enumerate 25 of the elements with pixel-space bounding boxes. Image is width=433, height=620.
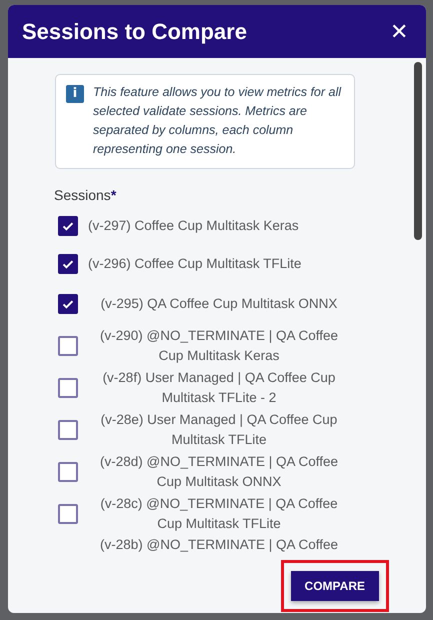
required-mark: * (110, 187, 116, 203)
checkbox-label: (v-28f) User Managed | QA Coffee Cup Multitask TFLite - 2 (102, 368, 336, 407)
checkbox[interactable] (58, 216, 78, 236)
checkbox[interactable] (58, 254, 78, 274)
close-button[interactable]: ✕ (386, 20, 412, 42)
checkbox-label: (v-296) Coffee Cup Multitask TFLite (87, 254, 302, 273)
checkbox-label: (v-28d) @NO_TERMINATE | QA Coffee Cup Multitask ONNX (98, 452, 340, 491)
checkbox-label: (v-290) @NO_TERMINATE | QA Coffee Cup Multitask Keras (98, 326, 340, 365)
checkbox[interactable] (58, 462, 78, 482)
checkbox[interactable] (58, 378, 78, 398)
info-icon: i (66, 85, 84, 103)
checkbox[interactable] (58, 294, 78, 314)
field-label: Sessions (54, 187, 111, 203)
checkbox-label: (v-28b) @NO_TERMINATE | QA Coffee (98, 536, 340, 554)
checkbox-label: (v-297) Coffee Cup Multitask Keras (87, 216, 300, 235)
dialog-title: Sessions to Compare (22, 18, 247, 44)
compare-button[interactable]: COMPARE (290, 571, 379, 601)
checkbox[interactable] (58, 336, 78, 356)
checkbox[interactable] (58, 420, 78, 440)
checkbox-label: (v-28c) @NO_TERMINATE | QA Coffee Cup Multitask TFLite (99, 494, 339, 533)
checkbox-label: (v-28e) User Managed | QA Coffee Cup Multitask TFLite (100, 410, 338, 449)
scrollbar[interactable] (414, 62, 422, 240)
checkbox[interactable] (58, 504, 78, 524)
checkbox-label: (v-295) QA Coffee Cup Multitask ONNX (100, 294, 338, 313)
info-text: This feature allows you to view metrics for all selected validate sessions. Metrics are separated by columns, each column representing one session. (93, 84, 342, 158)
